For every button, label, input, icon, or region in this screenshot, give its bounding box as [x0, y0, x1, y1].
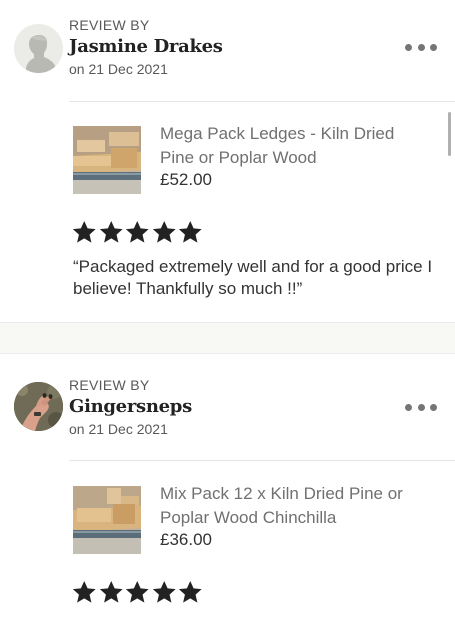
- more-options-icon: [405, 43, 412, 51]
- more-options-icon: [430, 403, 437, 411]
- more-options-button[interactable]: [405, 39, 437, 55]
- reviewer-name[interactable]: Gingersneps: [69, 396, 192, 417]
- star-icon: [125, 220, 149, 243]
- star-rating: [71, 579, 204, 605]
- more-options-icon: [405, 403, 412, 411]
- reviewed-product-link[interactable]: Mix Pack 12 x Kiln Dried Pine or Poplar …: [73, 480, 445, 560]
- scrollbar-thumb[interactable]: [448, 112, 451, 156]
- review-date: on 21 Dec 2021: [69, 421, 168, 437]
- more-options-button[interactable]: [405, 399, 437, 415]
- product-thumbnail[interactable]: [73, 486, 141, 554]
- star-icon: [152, 220, 176, 243]
- user-photo-avatar-icon: [14, 382, 63, 431]
- product-title[interactable]: Mix Pack 12 x Kiln Dried Pine or Poplar …: [160, 482, 430, 530]
- star-icon: [72, 220, 96, 243]
- review-card: REVIEW BY Jasmine Drakes on 21 Dec 2021 …: [0, 0, 455, 322]
- more-options-icon: [417, 403, 425, 411]
- product-price: £36.00: [160, 530, 212, 549]
- review-card: REVIEW BY Gingersneps on 21 Dec 2021 Mix…: [0, 354, 455, 635]
- review-by-label: REVIEW BY: [69, 377, 150, 393]
- star-icon: [125, 580, 149, 603]
- product-image: [73, 126, 141, 194]
- reviewer-avatar[interactable]: [14, 382, 63, 431]
- star-icon: [178, 580, 202, 603]
- default-avatar-icon: [14, 24, 63, 73]
- product-title[interactable]: Mega Pack Ledges - Kiln Dried Pine or Po…: [160, 122, 430, 170]
- star-icon: [99, 580, 123, 603]
- review-by-label: REVIEW BY: [69, 17, 150, 33]
- reviewer-avatar[interactable]: [14, 24, 63, 73]
- more-options-icon: [430, 43, 437, 51]
- more-options-icon: [417, 43, 425, 51]
- star-rating: [71, 219, 204, 245]
- product-price: £52.00: [160, 170, 212, 189]
- star-icon: [152, 580, 176, 603]
- reviewer-name[interactable]: Jasmine Drakes: [69, 36, 223, 57]
- product-image: [73, 486, 141, 554]
- review-text: “Packaged extremely well and for a good …: [73, 257, 433, 298]
- review-date: on 21 Dec 2021: [69, 61, 168, 77]
- product-thumbnail[interactable]: [73, 126, 141, 194]
- reviewed-product-link[interactable]: Mega Pack Ledges - Kiln Dried Pine or Po…: [73, 120, 445, 200]
- divider: [69, 460, 455, 461]
- star-icon: [72, 580, 96, 603]
- star-icon: [178, 220, 202, 243]
- star-icon: [99, 220, 123, 243]
- divider: [69, 101, 455, 102]
- review-separator: [0, 322, 455, 354]
